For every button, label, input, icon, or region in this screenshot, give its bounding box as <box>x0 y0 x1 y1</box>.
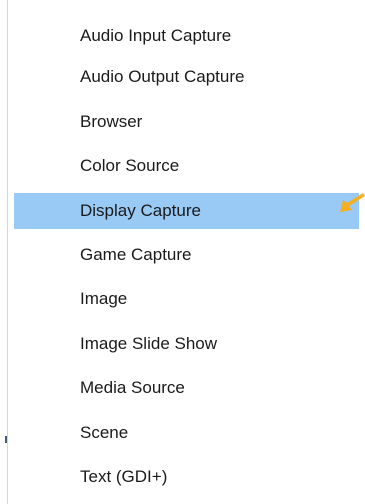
add-source-context-menu: Audio Input Capture Audio Output Capture… <box>14 0 359 504</box>
menu-item-label: Game Capture <box>80 245 192 264</box>
menu-item-text-gdi[interactable]: Text (GDI+) <box>14 459 359 495</box>
menu-item-label: Image <box>80 289 128 308</box>
menu-item-label: Display Capture <box>80 201 201 220</box>
background-window-edge <box>0 0 8 504</box>
menu-item-label: Color Source <box>80 156 180 175</box>
menu-item-game-capture[interactable]: Game Capture <box>14 237 359 273</box>
menu-item-browser[interactable]: Browser <box>14 104 359 140</box>
menu-item-image[interactable]: Image <box>14 281 359 317</box>
menu-item-label: Media Source <box>80 378 185 397</box>
menu-item-audio-input-capture[interactable]: Audio Input Capture <box>14 18 359 54</box>
menu-item-audio-output-capture[interactable]: Audio Output Capture <box>14 59 359 95</box>
background-window-mark <box>5 436 7 443</box>
menu-item-color-source[interactable]: Color Source <box>14 148 359 184</box>
menu-item-label: Image Slide Show <box>80 334 218 353</box>
menu-item-label: Audio Input Capture <box>80 26 232 45</box>
menu-item-label: Browser <box>80 112 143 131</box>
arrow-pointer-icon <box>340 193 365 212</box>
menu-item-media-source[interactable]: Media Source <box>14 370 359 406</box>
menu-item-label: Text (GDI+) <box>80 467 168 486</box>
menu-item-display-capture[interactable]: Display Capture <box>14 193 359 229</box>
menu-item-scene[interactable]: Scene <box>14 415 359 451</box>
menu-item-label: Audio Output Capture <box>80 67 245 86</box>
menu-item-label: Scene <box>80 423 129 442</box>
menu-item-image-slide-show[interactable]: Image Slide Show <box>14 326 359 362</box>
